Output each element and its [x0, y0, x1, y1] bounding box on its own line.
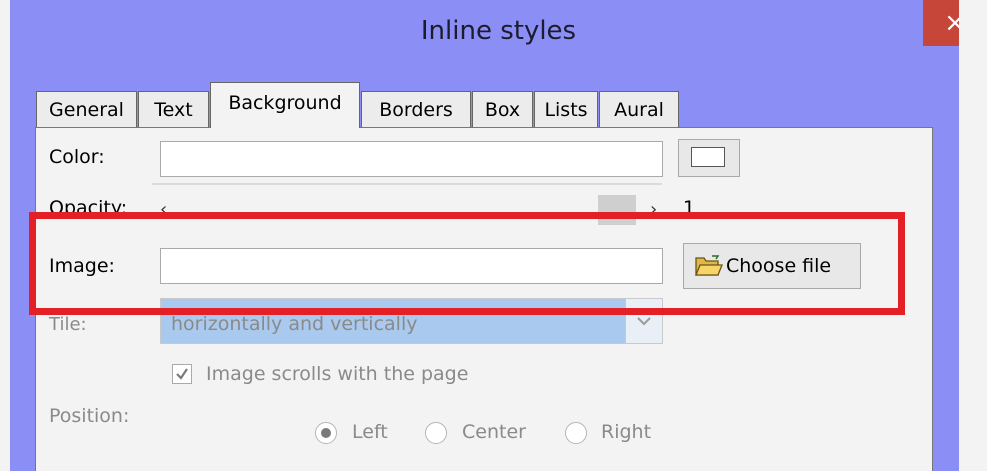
tab-background[interactable]: Background [210, 82, 360, 128]
image-input[interactable] [160, 248, 663, 284]
chevron-down-icon [637, 317, 651, 326]
opacity-slider-thumb[interactable] [598, 195, 636, 225]
opacity-value: 1 [683, 197, 696, 219]
window-frame-right [959, 0, 987, 471]
folder-open-icon [695, 255, 723, 276]
radio-left-label: Left [352, 421, 388, 443]
tab-aural[interactable]: Aural [599, 91, 679, 127]
tile-label: Tile: [49, 314, 87, 335]
opacity-label: Opacity: [49, 197, 128, 219]
tile-select-value: horizontally and vertically [171, 313, 418, 335]
color-input[interactable] [160, 141, 663, 177]
opacity-slider-track-top [152, 183, 662, 185]
color-picker-button[interactable] [678, 139, 740, 177]
checkmark-icon [176, 368, 188, 380]
window-title: Inline styles [420, 16, 577, 46]
radio-center[interactable] [425, 422, 447, 444]
tab-general[interactable]: General [36, 91, 137, 127]
tab-box[interactable]: Box [472, 91, 533, 127]
scroll-checkbox-label: Image scrolls with the page [206, 363, 469, 385]
tab-text[interactable]: Text [138, 91, 209, 127]
tab-borders[interactable]: Borders [361, 91, 471, 127]
position-label: Position: [49, 405, 130, 427]
radio-dot [321, 428, 331, 438]
tab-lists[interactable]: Lists [534, 91, 598, 127]
radio-left[interactable] [315, 422, 337, 444]
title-bar[interactable]: Inline styles [10, 0, 987, 76]
chevron-left-icon[interactable]: ‹ [160, 199, 167, 220]
chevron-right-icon[interactable]: › [650, 199, 657, 220]
tile-select[interactable]: horizontally and vertically [160, 298, 663, 344]
radio-right-label: Right [601, 421, 652, 443]
dropdown-button[interactable] [625, 299, 662, 343]
choose-file-button[interactable]: Choose file [683, 243, 861, 289]
radio-right[interactable] [565, 422, 587, 444]
color-label: Color: [49, 146, 105, 168]
window-frame-left [0, 0, 10, 471]
color-swatch [691, 147, 725, 167]
scroll-checkbox[interactable] [172, 364, 192, 384]
radio-center-label: Center [462, 421, 526, 443]
image-label: Image: [49, 255, 115, 277]
choose-file-label: Choose file [726, 255, 832, 277]
